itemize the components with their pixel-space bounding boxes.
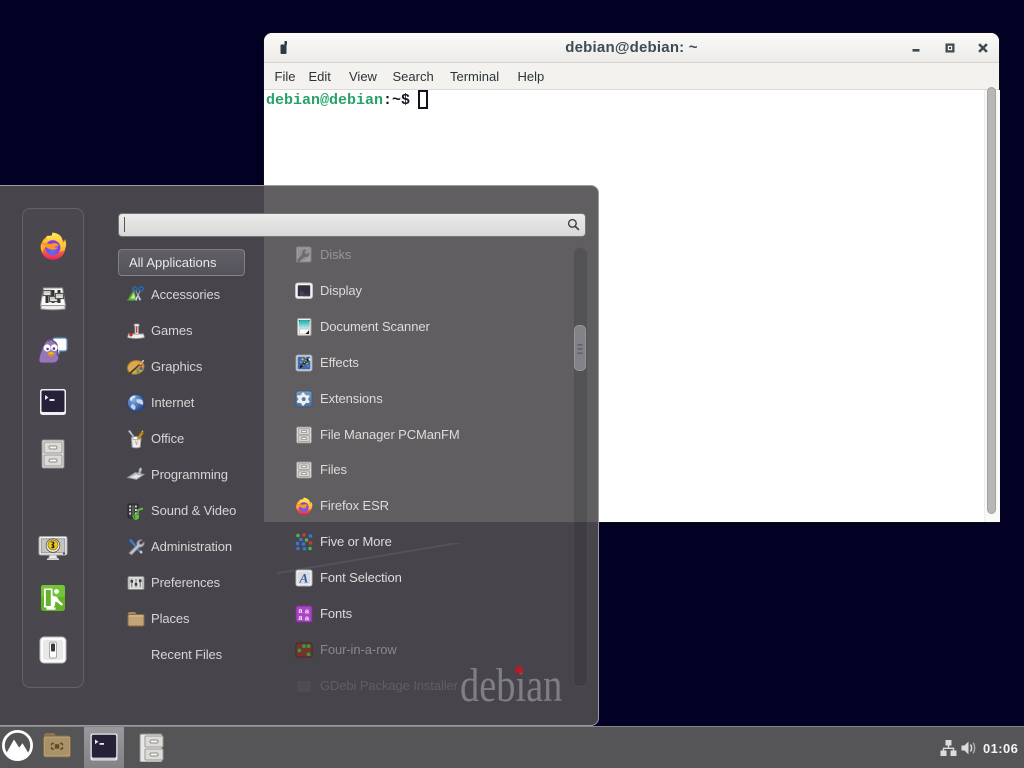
svg-text:A: A [299,571,309,586]
svg-text:a: a [299,615,303,622]
svg-text:a: a [299,608,303,615]
